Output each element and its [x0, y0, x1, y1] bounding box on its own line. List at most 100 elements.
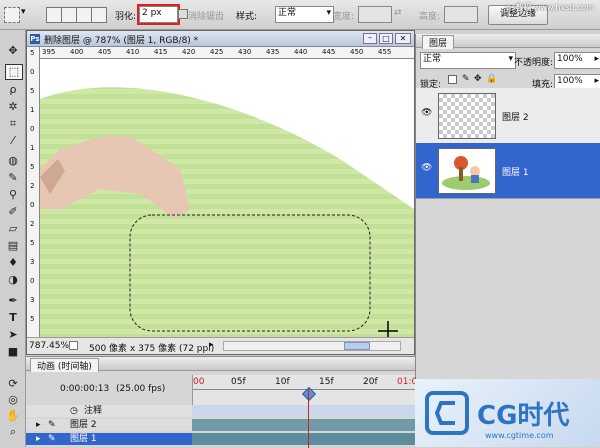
expand-arrow-icon[interactable]: ▸: [36, 419, 41, 431]
opacity-input[interactable]: 100% ▸: [554, 52, 600, 69]
antialias-checkbox[interactable]: [178, 9, 188, 19]
crop-tool-icon[interactable]: ⌗: [5, 117, 21, 131]
time-ruler[interactable]: 00 05f 10f 15f 20f 01:0: [192, 375, 417, 405]
ruler-tick-label: 1: [30, 106, 35, 114]
ruler-tick-label: 2: [30, 220, 35, 228]
type-tool-icon[interactable]: T: [5, 311, 21, 325]
layer1-thumb-art: [442, 156, 490, 190]
layers-tab[interactable]: 图层: [422, 35, 455, 49]
minimize-button[interactable]: –: [363, 33, 377, 44]
layer-track[interactable]: [192, 419, 415, 431]
add-selection-icon[interactable]: [61, 7, 77, 23]
path-selection-icon[interactable]: ➤: [5, 328, 21, 342]
layer-row[interactable]: 👁 图层 2: [416, 88, 600, 144]
timeline-layer-name: 图层 1: [70, 434, 97, 444]
shape-tool-icon[interactable]: ■: [5, 345, 21, 359]
options-bar: ▾ 羽化: 2 px 消除锯齿 样式: 正常 ▾ 宽度: ⇄ 高度: 调整边缘 …: [0, 0, 600, 30]
timeline-row-selected: ▸ ✎ 图层 1: [26, 433, 415, 445]
eye-icon[interactable]: 👁: [421, 108, 432, 118]
new-selection-icon[interactable]: [46, 7, 62, 23]
antialias-label: 消除锯齿: [188, 12, 225, 22]
ruler-tick-label: 5: [30, 163, 35, 171]
subtract-selection-icon[interactable]: [76, 7, 92, 23]
dodge-tool-icon[interactable]: ◑: [5, 273, 21, 287]
canvas[interactable]: [40, 59, 414, 337]
comment-track[interactable]: [192, 405, 415, 417]
layer-thumbnail: [438, 93, 496, 139]
lock-all-icon[interactable]: 🔒: [486, 74, 497, 84]
zoom-level[interactable]: 787.45%: [29, 341, 69, 351]
layer-name: 图层 1: [502, 168, 529, 178]
gradient-tool-icon[interactable]: ▤: [5, 239, 21, 253]
maximize-button[interactable]: □: [379, 33, 393, 44]
document-statusbar: 787.45% 500 像素 x 375 像素 (72 ppi) ▸: [27, 337, 414, 354]
chevron-right-icon: ▸: [594, 76, 599, 86]
marquee-preset-icon[interactable]: [4, 7, 20, 23]
tick-label: 10f: [275, 377, 290, 387]
ruler-tick-label: 435: [266, 48, 280, 56]
width-label: 宽度:: [333, 12, 355, 22]
magic-wand-icon[interactable]: ✲: [5, 100, 21, 114]
style-label: 样式:: [236, 12, 258, 22]
layers-panel: 图层 正常 ▾ 不透明度: 100% ▸ 锁定: ✎ ✥ 🔒 填充: 100% …: [415, 34, 600, 379]
width-input[interactable]: [358, 6, 392, 23]
layers-panel-header: 图层: [416, 34, 600, 49]
swap-icon[interactable]: ⇄: [394, 8, 402, 18]
ruler-tick-label: 0: [30, 277, 35, 285]
cg-logo-icon: [425, 391, 469, 435]
document-info: 500 像素 x 375 像素 (72 ppi): [89, 344, 215, 354]
chevron-down-icon: ▾: [326, 8, 331, 18]
timeline-layer-name: 图层 2: [70, 420, 97, 430]
pen-tool-icon[interactable]: ✒: [5, 294, 21, 308]
cg-brand-watermark: CG时代 www.cgtime.com: [415, 379, 600, 447]
close-button[interactable]: ✕: [395, 33, 411, 44]
clone-stamp-icon[interactable]: ⚲: [5, 188, 21, 202]
lock-paint-icon[interactable]: ✎: [462, 74, 470, 84]
3d-rotate-icon[interactable]: ⟳: [5, 377, 21, 391]
ps-doc-icon: Ps: [30, 34, 40, 44]
cg-brand-text: CG时代: [477, 401, 570, 431]
marquee-tool-icon[interactable]: ⬚: [5, 64, 23, 80]
3d-orbit-icon[interactable]: ◎: [5, 393, 21, 407]
layer-name: 图层 2: [502, 113, 529, 123]
eraser-icon[interactable]: ▱: [5, 222, 21, 236]
info-menu-arrow-icon[interactable]: ▸: [209, 340, 214, 350]
blur-tool-icon[interactable]: ♦: [5, 256, 21, 270]
intersect-selection-icon[interactable]: [91, 7, 107, 23]
lock-move-icon[interactable]: ✥: [474, 74, 482, 84]
layer-track[interactable]: [192, 433, 415, 445]
horizontal-scrollbar[interactable]: [223, 341, 401, 351]
ruler-tick-label: 455: [378, 48, 392, 56]
eye-icon[interactable]: 👁: [421, 163, 432, 173]
zoom-tool-icon[interactable]: ⌕: [5, 425, 21, 439]
scrollbar-thumb[interactable]: [344, 342, 370, 350]
hand-tool-icon[interactable]: ✋: [5, 409, 21, 423]
lasso-tool-icon[interactable]: ρ: [5, 83, 21, 97]
tick-label: 05f: [231, 377, 246, 387]
lock-transparent-icon[interactable]: [448, 75, 457, 84]
move-tool-icon[interactable]: ✥: [5, 44, 21, 58]
ruler-tick-label: 420: [182, 48, 196, 56]
ruler-tick-label: 0: [30, 68, 35, 76]
eyedropper-icon[interactable]: ⁄: [5, 134, 21, 148]
tick-label: 20f: [363, 377, 378, 387]
style-select[interactable]: 正常 ▾: [275, 6, 334, 23]
blend-mode-value: 正常: [423, 54, 442, 64]
tick-label: 00: [193, 377, 205, 387]
ruler-tick-label: 395: [42, 48, 56, 56]
timeline-tab[interactable]: 动画 (时间轴): [30, 358, 99, 372]
feather-input[interactable]: 2 px: [137, 4, 180, 25]
layer-row-selected[interactable]: 👁 图层 1: [416, 143, 600, 199]
healing-brush-icon[interactable]: ◍: [5, 154, 21, 168]
doc-info-icon[interactable]: [69, 341, 78, 350]
history-brush-icon[interactable]: ✐: [5, 205, 21, 219]
ruler-tick-label: 425: [210, 48, 224, 56]
ruler-tick-label: 405: [98, 48, 112, 56]
ruler-tick-label: 410: [126, 48, 140, 56]
height-input[interactable]: [444, 6, 478, 23]
blend-mode-select[interactable]: 正常 ▾: [420, 52, 516, 69]
brush-tool-icon[interactable]: ✎: [5, 171, 21, 185]
expand-arrow-icon[interactable]: ▸: [36, 433, 41, 445]
preset-chevron-icon[interactable]: ▾: [21, 7, 26, 17]
ruler-tick-label: 440: [294, 48, 308, 56]
